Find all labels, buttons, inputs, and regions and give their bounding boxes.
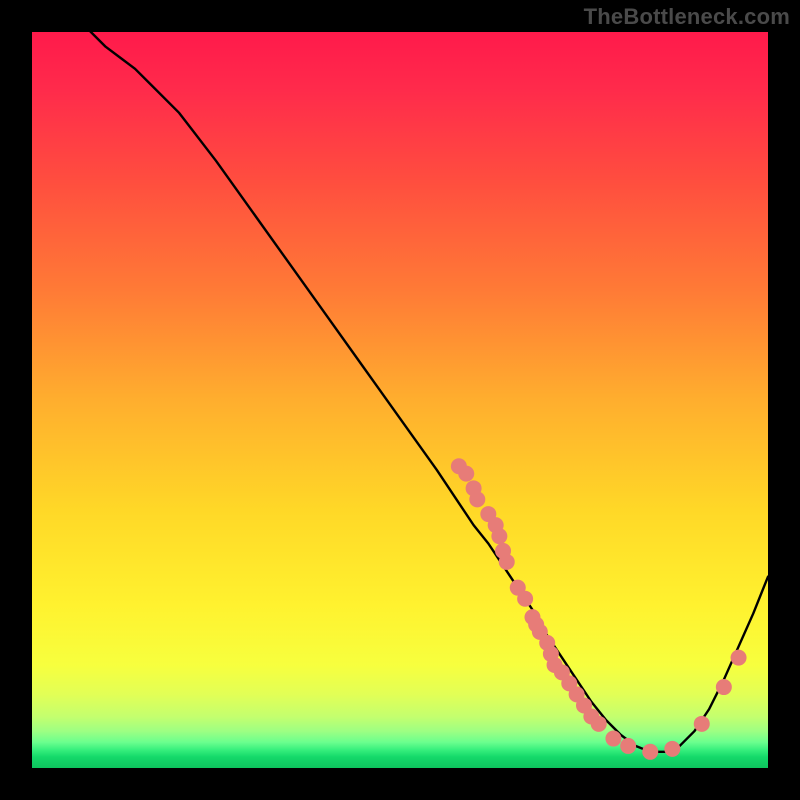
- marker-dot: [517, 591, 533, 607]
- marker-dot: [731, 650, 747, 666]
- marker-dot: [605, 731, 621, 747]
- marker-dot: [620, 738, 636, 754]
- marker-dot: [716, 679, 732, 695]
- app-frame: TheBottleneck.com: [0, 0, 800, 800]
- marker-dot: [642, 744, 658, 760]
- marker-dot: [491, 528, 507, 544]
- marker-dot: [469, 491, 485, 507]
- chart-plot: [32, 32, 768, 768]
- marker-dot: [591, 716, 607, 732]
- chart-background: [32, 32, 768, 768]
- watermark-text: TheBottleneck.com: [584, 4, 790, 30]
- chart-svg: [32, 32, 768, 768]
- marker-dot: [458, 466, 474, 482]
- marker-dot: [664, 741, 680, 757]
- marker-dot: [694, 716, 710, 732]
- marker-dot: [499, 554, 515, 570]
